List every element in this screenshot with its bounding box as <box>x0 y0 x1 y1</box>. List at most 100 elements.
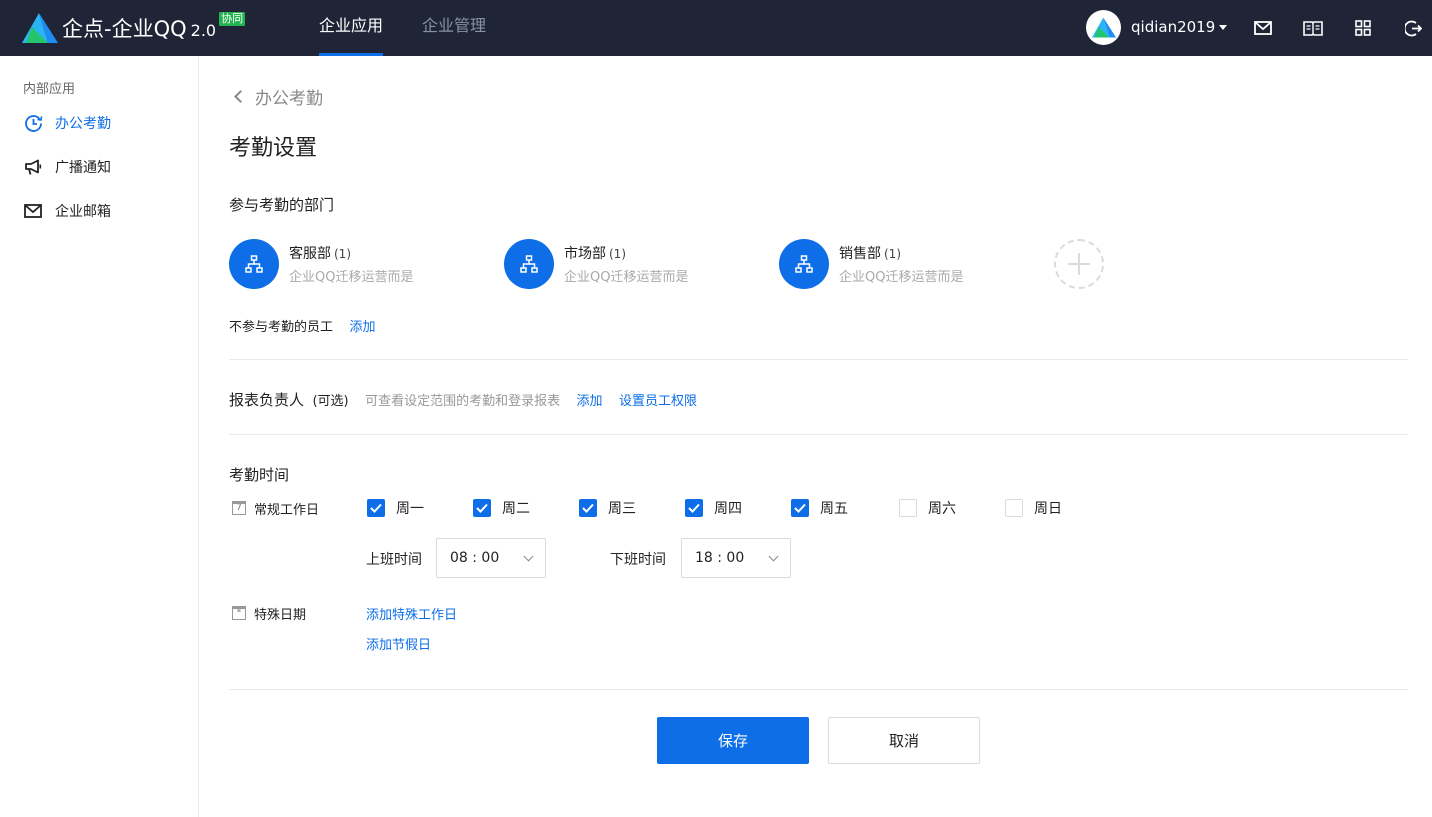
start-time-label: 上班时间 <box>366 552 422 568</box>
sidebar: 内部应用 办公考勤 广播通知 企业邮箱 <box>0 56 199 817</box>
day-label: 周四 <box>714 501 742 517</box>
report-hint: 可查看设定范围的考勤和登录报表 <box>365 394 561 409</box>
username: qidian2019 <box>1131 18 1216 36</box>
day-label: 周二 <box>502 501 530 517</box>
day-label: 周三 <box>608 501 636 517</box>
set-permission-link[interactable]: 设置员工权限 <box>619 394 697 409</box>
plus-icon <box>1068 253 1090 275</box>
day-checkbox-fri[interactable]: 周五 <box>791 499 848 517</box>
back-link[interactable]: 办公考勤 <box>233 84 323 109</box>
org-chart-icon <box>779 239 829 289</box>
excluded-employees-row: 不参与考勤的员工 添加 <box>229 316 375 335</box>
day-label: 周一 <box>396 501 424 517</box>
divider <box>229 689 1408 690</box>
qidian-logo-icon <box>22 13 58 43</box>
apps-grid-icon[interactable] <box>1352 17 1374 39</box>
checkbox-checked-icon <box>367 499 385 517</box>
add-special-workday-link[interactable]: 添加特殊工作日 <box>366 604 457 623</box>
calendar-icon: 7 <box>232 501 246 515</box>
day-label: 周六 <box>928 501 956 517</box>
chevron-down-icon <box>1219 24 1228 30</box>
main-content: 办公考勤 考勤设置 参与考勤的部门 客服部 (1) 企业QQ迁移运营而是 市场部(… <box>199 56 1432 817</box>
brand-version: 2.0 <box>190 20 217 40</box>
departments-label: 参与考勤的部门 <box>229 196 335 214</box>
sidebar-item-label: 广播通知 <box>55 160 111 176</box>
day-checkbox-mon[interactable]: 周一 <box>367 499 424 517</box>
cancel-button[interactable]: 取消 <box>828 717 980 764</box>
chevron-left-icon <box>234 90 247 103</box>
end-time-select[interactable]: 18 : 00 <box>681 538 791 578</box>
org-chart-icon <box>229 239 279 289</box>
user-menu[interactable]: qidian2019 <box>1086 9 1228 45</box>
sidebar-item-mail[interactable]: 企业邮箱 <box>23 200 111 222</box>
checkbox-checked-icon <box>685 499 703 517</box>
org-chart-icon <box>504 239 554 289</box>
sidebar-item-broadcast[interactable]: 广播通知 <box>23 156 111 178</box>
avatar <box>1086 9 1121 45</box>
add-excluded-link[interactable]: 添加 <box>349 320 375 335</box>
attendance-time-label: 考勤时间 <box>229 466 290 484</box>
checkbox-unchecked-icon <box>1005 499 1023 517</box>
clock-icon <box>23 113 43 133</box>
department-name: 销售部 <box>839 246 881 262</box>
book-icon[interactable] <box>1302 17 1324 39</box>
divider <box>229 359 1408 360</box>
department-card[interactable]: 销售部 (1) 企业QQ迁移运营而是 <box>779 239 963 289</box>
day-checkbox-tue[interactable]: 周二 <box>473 499 530 517</box>
report-owner-label: 报表负责人 <box>229 391 305 409</box>
day-checkbox-sat[interactable]: 周六 <box>899 499 956 517</box>
add-department-button[interactable] <box>1054 239 1104 289</box>
department-count: (1) <box>884 247 901 261</box>
checkbox-checked-icon <box>473 499 491 517</box>
end-time-value: 18 : 00 <box>695 550 745 566</box>
special-date-calendar-icon: * <box>232 606 246 620</box>
day-label: 周日 <box>1034 501 1062 517</box>
department-count: (1) <box>609 247 626 261</box>
report-owner-row: 报表负责人 (可选) 可查看设定范围的考勤和登录报表 添加 设置员工权限 <box>229 389 697 410</box>
report-optional-label: (可选) <box>312 394 349 409</box>
add-report-owner-link[interactable]: 添加 <box>577 394 603 409</box>
chevron-down-icon <box>768 551 779 562</box>
department-card[interactable]: 客服部 (1) 企业QQ迁移运营而是 <box>229 239 413 289</box>
end-time-label: 下班时间 <box>610 552 666 568</box>
department-description: 企业QQ迁移运营而是 <box>564 270 689 285</box>
sidebar-item-attendance[interactable]: 办公考勤 <box>23 112 111 134</box>
save-button[interactable]: 保存 <box>657 717 809 764</box>
brand-logo[interactable]: 企点-企业QQ 2.0 协同 <box>22 11 246 45</box>
day-checkbox-sun[interactable]: 周日 <box>1005 499 1062 517</box>
page-title: 考勤设置 <box>229 136 318 161</box>
back-label: 办公考勤 <box>255 89 323 109</box>
department-name: 客服部 <box>289 246 331 262</box>
add-holiday-link[interactable]: 添加节假日 <box>366 634 431 653</box>
day-checkbox-thu[interactable]: 周四 <box>685 499 742 517</box>
department-count: (1) <box>334 247 351 261</box>
excluded-employees-label: 不参与考勤的员工 <box>229 320 334 335</box>
top-bar: 企点-企业QQ 2.0 协同 企业应用 企业管理 qidian2019 <box>0 0 1432 56</box>
checkbox-unchecked-icon <box>899 499 917 517</box>
divider <box>229 434 1408 435</box>
chevron-down-icon <box>523 551 534 562</box>
start-time-select[interactable]: 08 : 00 <box>436 538 546 578</box>
checkbox-checked-icon <box>579 499 597 517</box>
day-label: 周五 <box>820 501 848 517</box>
department-card[interactable]: 市场部 (1) 企业QQ迁移运营而是 <box>504 239 688 289</box>
brand-badge: 协同 <box>219 12 246 26</box>
brand-name: 企点-企业QQ <box>62 17 187 41</box>
special-dates-label: 特殊日期 <box>254 608 307 623</box>
logout-icon[interactable] <box>1402 17 1424 39</box>
mail-icon[interactable] <box>1252 17 1274 39</box>
mail-icon <box>23 201 43 221</box>
tab-enterprise-management[interactable]: 企业管理 <box>422 0 486 56</box>
department-name: 市场部 <box>564 246 606 262</box>
tab-enterprise-apps[interactable]: 企业应用 <box>319 0 384 56</box>
department-description: 企业QQ迁移运营而是 <box>289 270 414 285</box>
workdays-label: 常规工作日 <box>254 503 320 518</box>
checkbox-checked-icon <box>791 499 809 517</box>
sidebar-item-label: 办公考勤 <box>55 116 111 132</box>
megaphone-icon <box>23 157 43 177</box>
sidebar-title: 内部应用 <box>23 82 76 97</box>
department-description: 企业QQ迁移运营而是 <box>839 270 964 285</box>
day-checkbox-wed[interactable]: 周三 <box>579 499 636 517</box>
sidebar-item-label: 企业邮箱 <box>55 204 111 220</box>
start-time-value: 08 : 00 <box>450 550 500 566</box>
